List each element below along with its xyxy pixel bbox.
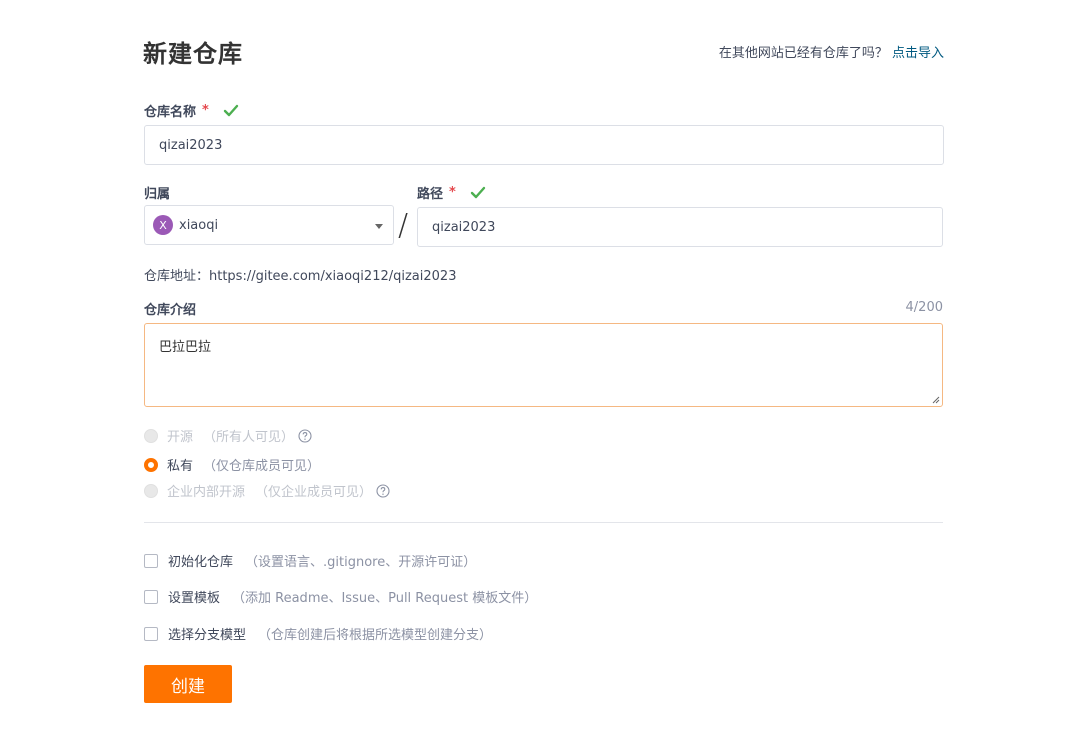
radio-private[interactable] — [144, 457, 158, 472]
help-icon[interactable] — [298, 428, 312, 443]
visibility-option-enterprise[interactable]: 企业内部开源 （仅企业成员可见） — [144, 481, 390, 500]
owner-label-text: 归属 — [144, 187, 171, 202]
path-label-text: 路径 — [417, 187, 444, 202]
chevron-down-icon — [375, 224, 383, 229]
valid-check-icon — [470, 186, 486, 198]
char-counter: 4/200 — [905, 300, 943, 315]
radio-label: 开源 — [167, 430, 194, 445]
radio-label: 私有 — [167, 459, 194, 474]
page-title: 新建仓库 — [143, 40, 243, 68]
import-prompt: 在其他网站已经有仓库了吗？ 点击导入 — [719, 42, 944, 61]
option-branch-model[interactable]: 选择分支模型 （仓库创建后将根据所选模型创建分支） — [144, 624, 492, 643]
option-init-repo[interactable]: 初始化仓库 （设置语言、.gitignore、开源许可证） — [144, 551, 476, 570]
owner-label: 归属 — [144, 183, 170, 202]
new-repository-page: 新建仓库 在其他网站已经有仓库了吗？ 点击导入 仓库名称 * qizai2023… — [0, 0, 1067, 733]
option-hint: （添加 Readme、Issue、Pull Request 模板文件） — [232, 591, 538, 606]
checkbox[interactable] — [144, 589, 158, 604]
owner-select[interactable]: X xiaoqi — [144, 205, 394, 245]
radio-hint: （所有人可见） — [203, 430, 295, 445]
option-hint: （设置语言、.gitignore、开源许可证） — [245, 555, 477, 570]
required-mark: * — [449, 185, 456, 200]
option-template[interactable]: 设置模板 （添加 Readme、Issue、Pull Request 模板文件） — [144, 587, 537, 606]
visibility-option-private[interactable]: 私有 （仅仓库成员可见） — [144, 455, 320, 474]
option-label: 选择分支模型 — [168, 628, 247, 643]
option-label: 设置模板 — [168, 591, 221, 606]
repo-name-label: 仓库名称 * — [144, 101, 239, 120]
divider — [144, 522, 943, 523]
checkbox[interactable] — [144, 626, 158, 641]
radio-public[interactable] — [144, 428, 158, 443]
radio-hint: （仅仓库成员可见） — [203, 459, 321, 474]
radio-label: 企业内部开源 — [167, 485, 246, 500]
repo-address: 仓库地址：https://gitee.com/xiaoqi212/qizai20… — [144, 269, 457, 284]
path-separator: / — [398, 208, 409, 243]
create-button[interactable]: 创建 — [144, 665, 232, 703]
description-label: 仓库介绍 — [144, 299, 196, 318]
repo-name-label-text: 仓库名称 — [144, 105, 197, 120]
description-value: 巴拉巴拉 — [159, 340, 212, 355]
path-input[interactable]: qizai2023 — [417, 207, 943, 247]
description-textarea[interactable]: 巴拉巴拉 — [144, 323, 943, 407]
visibility-option-public[interactable]: 开源 （所有人可见） — [144, 426, 312, 445]
option-hint: （仓库创建后将根据所选模型创建分支） — [258, 628, 493, 643]
valid-check-icon — [223, 104, 239, 116]
avatar: X — [153, 215, 173, 235]
import-prompt-text: 在其他网站已经有仓库了吗？ — [718, 46, 888, 61]
resize-grip-icon[interactable] — [932, 396, 940, 404]
radio-hint: （仅企业成员可见） — [255, 485, 373, 500]
owner-value: xiaoqi — [179, 217, 219, 233]
help-icon[interactable] — [376, 483, 390, 498]
repo-name-input[interactable]: qizai2023 — [144, 125, 944, 165]
radio-enterprise[interactable] — [144, 483, 158, 498]
checkbox[interactable] — [144, 553, 158, 568]
option-label: 初始化仓库 — [168, 555, 234, 570]
path-label: 路径 * — [417, 183, 486, 202]
import-link[interactable]: 点击导入 — [892, 46, 944, 61]
required-mark: * — [202, 103, 209, 118]
description-label-text: 仓库介绍 — [144, 303, 197, 318]
